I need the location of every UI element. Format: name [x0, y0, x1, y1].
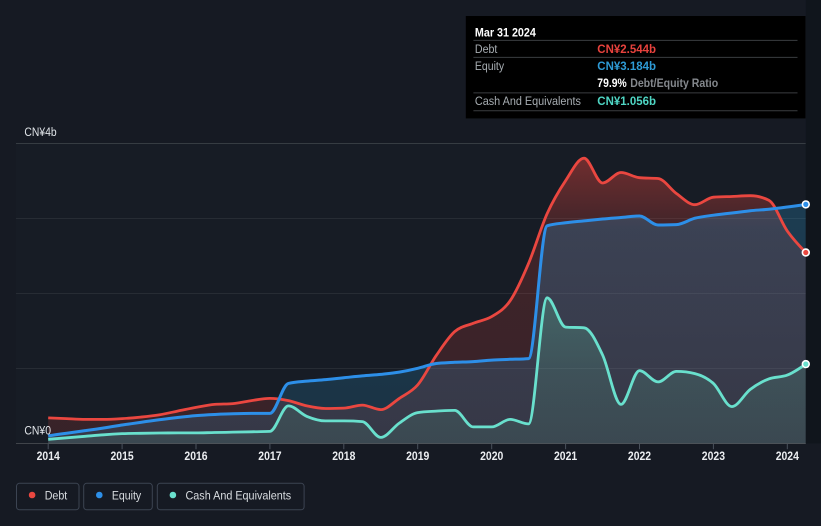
- svg-text:79.9%: 79.9%: [597, 76, 626, 90]
- svg-text:Debt/Equity Ratio: Debt/Equity Ratio: [630, 76, 718, 90]
- svg-text:2014: 2014: [37, 449, 60, 463]
- svg-text:Cash And Equivalents: Cash And Equivalents: [475, 94, 581, 108]
- svg-text:2023: 2023: [702, 449, 725, 463]
- svg-text:Equity: Equity: [475, 59, 505, 73]
- svg-text:2017: 2017: [258, 449, 281, 463]
- svg-text:CN¥3.184b: CN¥3.184b: [597, 59, 656, 73]
- svg-text:2024: 2024: [776, 449, 799, 463]
- svg-text:2018: 2018: [332, 449, 355, 463]
- svg-text:2019: 2019: [406, 449, 429, 463]
- svg-text:Cash And Equivalents: Cash And Equivalents: [186, 488, 292, 502]
- svg-text:2022: 2022: [628, 449, 651, 463]
- svg-text:2015: 2015: [111, 449, 134, 463]
- svg-text:CN¥4b: CN¥4b: [24, 125, 56, 139]
- svg-text:Debt: Debt: [45, 488, 68, 502]
- svg-text:CN¥1.056b: CN¥1.056b: [597, 94, 656, 108]
- svg-text:Equity: Equity: [112, 488, 142, 502]
- svg-text:2020: 2020: [480, 449, 503, 463]
- svg-text:CN¥0: CN¥0: [24, 424, 51, 438]
- svg-text:2021: 2021: [554, 449, 577, 463]
- svg-text:2016: 2016: [184, 449, 207, 463]
- svg-text:CN¥2.544b: CN¥2.544b: [597, 42, 656, 56]
- svg-text:Mar 31 2024: Mar 31 2024: [475, 26, 536, 40]
- svg-text:Debt: Debt: [475, 42, 498, 56]
